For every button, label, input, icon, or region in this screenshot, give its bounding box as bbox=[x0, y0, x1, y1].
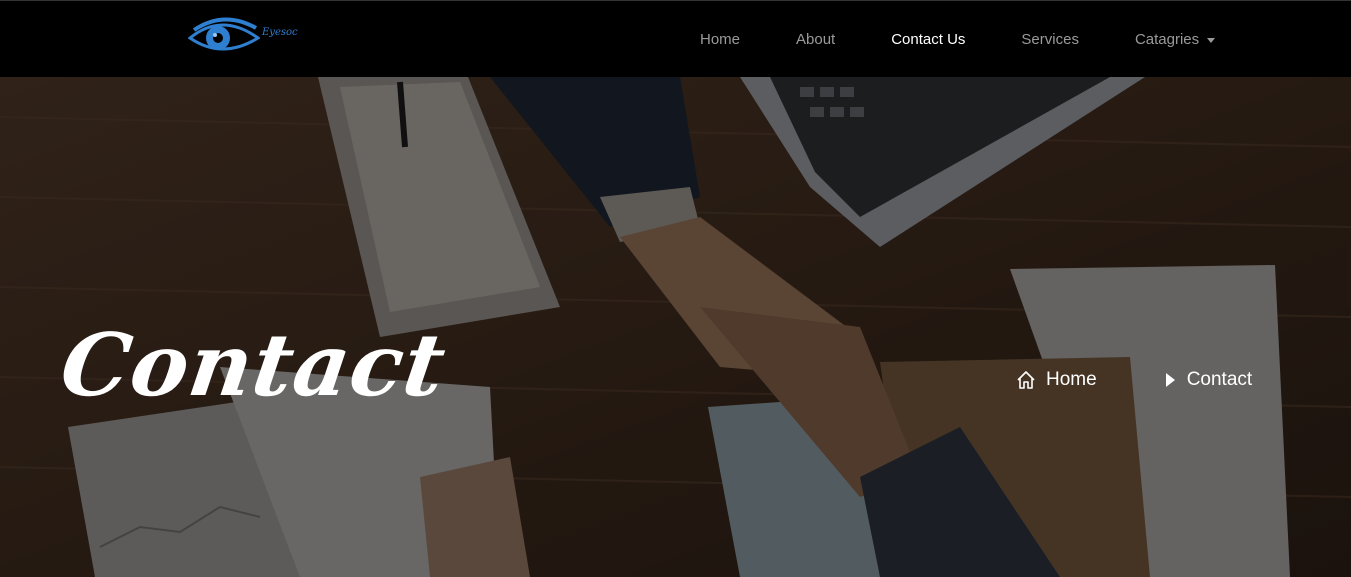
nav-services[interactable]: Services bbox=[1021, 31, 1079, 48]
breadcrumb-home-label: Home bbox=[1046, 369, 1097, 390]
caret-down-icon bbox=[1207, 37, 1216, 43]
brand-logo[interactable]: Eyesoc bbox=[187, 16, 298, 60]
main-nav: Home About Contact Us Services Catagries bbox=[700, 31, 1216, 48]
eye-logo-icon bbox=[187, 17, 261, 51]
nav-contact-us[interactable]: Contact Us bbox=[891, 31, 965, 48]
breadcrumb-current: Contact bbox=[1163, 369, 1252, 391]
nav-about[interactable]: About bbox=[796, 31, 835, 48]
nav-catagries-dropdown[interactable]: Catagries bbox=[1134, 31, 1216, 48]
brand-logo-text: Eyesoc bbox=[262, 27, 298, 38]
breadcrumb: Home Contact bbox=[1016, 369, 1252, 391]
caret-right-icon bbox=[1165, 373, 1175, 387]
navbar: Eyesoc Home About Contact Us Services Ca… bbox=[0, 0, 1351, 77]
home-icon bbox=[1017, 371, 1035, 389]
hero-banner: Contact Home Contact bbox=[0, 77, 1351, 577]
breadcrumb-current-label: Contact bbox=[1186, 369, 1253, 390]
nav-home[interactable]: Home bbox=[700, 31, 740, 48]
nav-catagries-label: Catagries bbox=[1134, 31, 1200, 48]
page-title: Contact bbox=[54, 315, 452, 416]
breadcrumb-home-link[interactable]: Home bbox=[1016, 369, 1097, 391]
